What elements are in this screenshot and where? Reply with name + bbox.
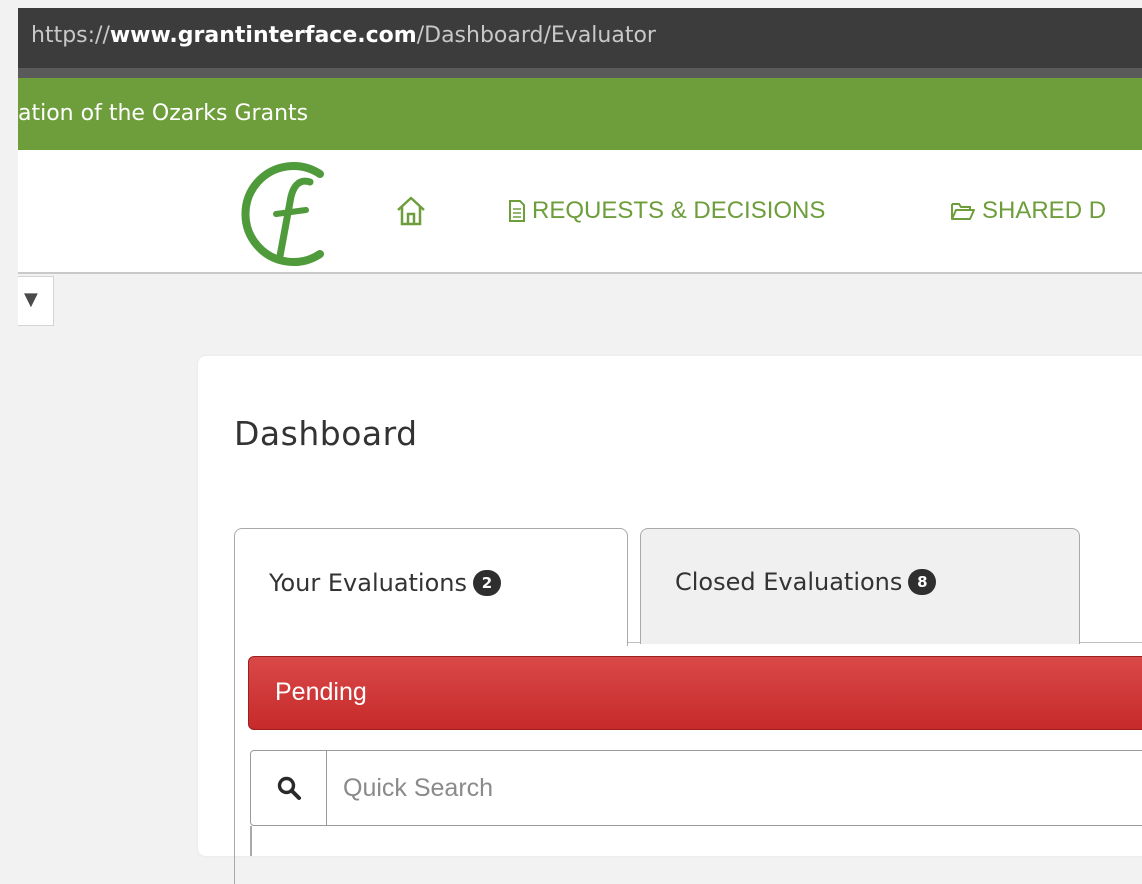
count-badge: 8 bbox=[908, 568, 937, 595]
tab-your-evaluations[interactable]: Your Evaluations 2 bbox=[234, 528, 628, 646]
dashboard-card: Dashboard Your Evaluations 2 Closed Eval… bbox=[198, 356, 1142, 884]
search-icon bbox=[277, 776, 301, 800]
url-host: www.grantinterface.com bbox=[109, 23, 417, 48]
home-icon[interactable] bbox=[394, 194, 428, 228]
tab-your-evaluations-label: Your Evaluations bbox=[269, 568, 467, 597]
panel-border bbox=[250, 826, 252, 856]
tab-closed-evaluations[interactable]: Closed Evaluations 8 bbox=[640, 528, 1080, 644]
url-scheme: https:// bbox=[31, 23, 110, 48]
tab-closed-evaluations-label: Closed Evaluations bbox=[675, 567, 903, 596]
nav-requests-decisions[interactable]: REQUESTS & DECISIONS bbox=[508, 194, 825, 228]
page-title: Dashboard bbox=[234, 414, 418, 453]
foundation-logo[interactable] bbox=[236, 160, 344, 268]
quick-search-group bbox=[250, 750, 1142, 826]
caret-down-icon: ▼ bbox=[24, 289, 38, 310]
site-title: ation of the Ozarks Grants bbox=[18, 101, 309, 126]
url-path: /Dashboard/Evaluator bbox=[416, 23, 656, 48]
sidebar-toggle-button[interactable]: ▼ bbox=[18, 276, 54, 326]
folder-open-icon bbox=[951, 203, 975, 220]
count-badge: 2 bbox=[473, 569, 501, 596]
nav-shared-label: SHARED D bbox=[982, 197, 1107, 224]
document-icon bbox=[509, 200, 525, 222]
quick-search-input[interactable] bbox=[327, 751, 1142, 825]
browser-bar-edge bbox=[18, 68, 1142, 78]
nav-shared-documents[interactable]: SHARED D bbox=[950, 194, 1106, 228]
pending-section-header[interactable]: Pending bbox=[248, 656, 1142, 730]
site-title-bar: ation of the Ozarks Grants bbox=[18, 78, 1142, 150]
site-header: REQUESTS & DECISIONS SHARED D bbox=[18, 150, 1142, 274]
nav-requests-label: REQUESTS & DECISIONS bbox=[532, 197, 826, 224]
pending-label: Pending bbox=[275, 678, 367, 706]
search-button[interactable] bbox=[251, 751, 327, 825]
browser-address-bar[interactable]: https://www.grantinterface.com/Dashboard… bbox=[18, 8, 1142, 68]
